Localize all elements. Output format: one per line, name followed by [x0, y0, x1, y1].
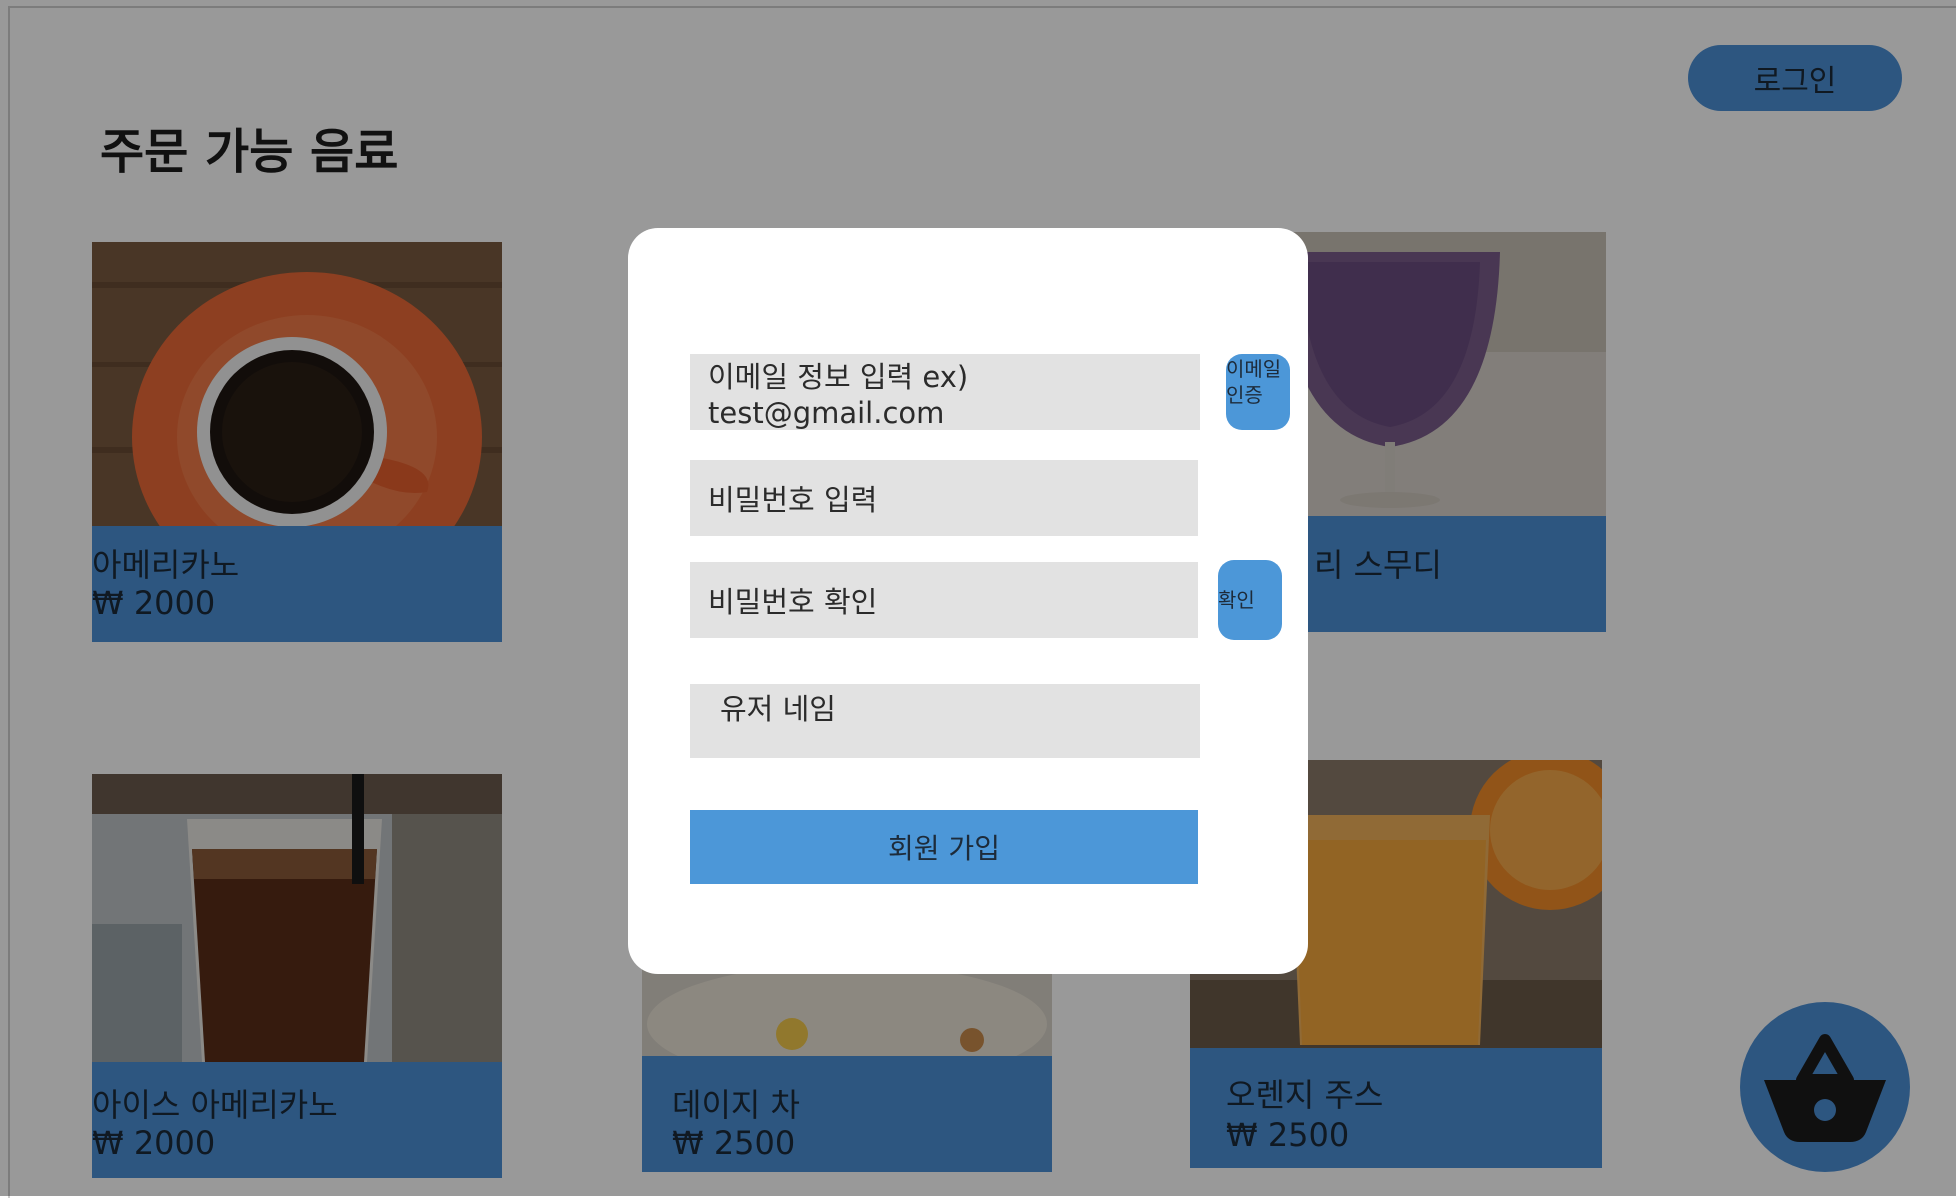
- signup-submit-button[interactable]: 회원 가입: [690, 810, 1198, 884]
- email-verify-label: 이메일 인증: [1226, 357, 1282, 407]
- email-verify-button[interactable]: 이메일 인증: [1226, 354, 1290, 430]
- confirm-button[interactable]: 확인: [1218, 560, 1282, 640]
- username-input[interactable]: 유저 네임: [690, 684, 1200, 758]
- password-input-text: 비밀번호 입력: [708, 483, 878, 517]
- password-input[interactable]: 비밀번호 입력: [690, 460, 1198, 536]
- password-confirm-input-text: 비밀번호 확인: [708, 585, 878, 619]
- password-confirm-input[interactable]: 비밀번호 확인: [690, 562, 1198, 638]
- confirm-label: 확인: [1218, 588, 1255, 612]
- username-input-text: 유저 네임: [720, 692, 836, 726]
- email-input-text: 이메일 정보 입력 ex) test@gmail.com: [708, 360, 969, 430]
- signup-modal: 이메일 정보 입력 ex) test@gmail.com 이메일 인증 비밀번호…: [628, 228, 1308, 974]
- signup-submit-label: 회원 가입: [888, 832, 1000, 865]
- email-input[interactable]: 이메일 정보 입력 ex) test@gmail.com: [690, 354, 1200, 430]
